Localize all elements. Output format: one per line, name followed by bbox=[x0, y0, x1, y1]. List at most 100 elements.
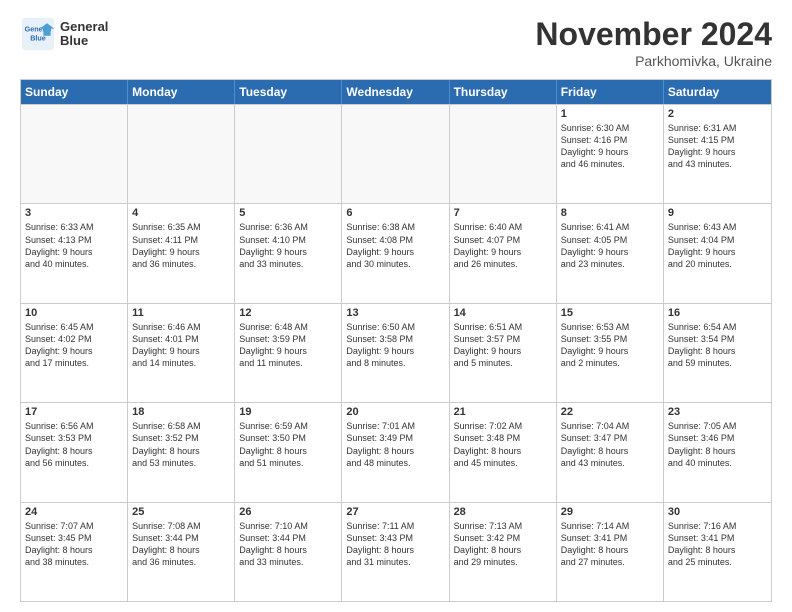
cell-info: Sunrise: 6:30 AM Sunset: 4:16 PM Dayligh… bbox=[561, 122, 659, 171]
day-number: 4 bbox=[132, 207, 230, 219]
cal-cell-0-5: 1 Sunrise: 6:30 AM Sunset: 4:16 PM Daylig… bbox=[557, 105, 664, 203]
day-number: 23 bbox=[668, 406, 767, 418]
day-number: 19 bbox=[239, 406, 337, 418]
cal-cell-3-2: 19Sunrise: 6:59 AM Sunset: 3:50 PM Dayli… bbox=[235, 403, 342, 501]
day-number: 12 bbox=[239, 307, 337, 319]
header-day-sunday: Sunday bbox=[21, 80, 128, 104]
cell-info: Sunrise: 6:50 AM Sunset: 3:58 PM Dayligh… bbox=[346, 321, 444, 370]
cell-info: Sunrise: 7:11 AM Sunset: 3:43 PM Dayligh… bbox=[346, 520, 444, 569]
cell-info: Sunrise: 7:07 AM Sunset: 3:45 PM Dayligh… bbox=[25, 520, 123, 569]
cell-info: Sunrise: 6:43 AM Sunset: 4:04 PM Dayligh… bbox=[668, 221, 767, 270]
calendar-body: 1 Sunrise: 6:30 AM Sunset: 4:16 PM Daylig… bbox=[21, 104, 771, 601]
week-row-1: 1 Sunrise: 6:30 AM Sunset: 4:16 PM Daylig… bbox=[21, 104, 771, 203]
cal-cell-2-1: 11 Sunrise: 6:46 AM Sunset: 4:01 PM Dayli… bbox=[128, 304, 235, 402]
cell-info: Sunrise: 6:33 AM Sunset: 4:13 PM Dayligh… bbox=[25, 221, 123, 270]
cal-cell-2-4: 14 Sunrise: 6:51 AM Sunset: 3:57 PM Dayli… bbox=[450, 304, 557, 402]
header-day-thursday: Thursday bbox=[450, 80, 557, 104]
day-number: 10 bbox=[25, 307, 123, 319]
header: General Blue General Blue November 2024 … bbox=[20, 16, 772, 69]
cal-cell-4-0: 24 Sunrise: 7:07 AM Sunset: 3:45 PM Dayli… bbox=[21, 503, 128, 601]
cal-cell-1-2: 5Sunrise: 6:36 AM Sunset: 4:10 PM Daylig… bbox=[235, 204, 342, 302]
logo-line2: Blue bbox=[60, 34, 108, 48]
day-number: 28 bbox=[454, 506, 552, 518]
week-row-2: 3 Sunrise: 6:33 AM Sunset: 4:13 PM Daylig… bbox=[21, 203, 771, 302]
cal-cell-1-1: 4 Sunrise: 6:35 AM Sunset: 4:11 PM Daylig… bbox=[128, 204, 235, 302]
cal-cell-3-6: 23 Sunrise: 7:05 AM Sunset: 3:46 PM Dayli… bbox=[664, 403, 771, 501]
month-title: November 2024 bbox=[535, 16, 772, 53]
cell-info: Sunrise: 6:46 AM Sunset: 4:01 PM Dayligh… bbox=[132, 321, 230, 370]
cal-cell-0-6: 2 Sunrise: 6:31 AM Sunset: 4:15 PM Daylig… bbox=[664, 105, 771, 203]
cell-info: Sunrise: 6:41 AM Sunset: 4:05 PM Dayligh… bbox=[561, 221, 659, 270]
day-number: 25 bbox=[132, 506, 230, 518]
cell-info: Sunrise: 6:45 AM Sunset: 4:02 PM Dayligh… bbox=[25, 321, 123, 370]
cal-cell-2-6: 16 Sunrise: 6:54 AM Sunset: 3:54 PM Dayli… bbox=[664, 304, 771, 402]
day-number: 3 bbox=[25, 207, 123, 219]
cell-info: Sunrise: 7:13 AM Sunset: 3:42 PM Dayligh… bbox=[454, 520, 552, 569]
cal-cell-4-5: 29 Sunrise: 7:14 AM Sunset: 3:41 PM Dayli… bbox=[557, 503, 664, 601]
cal-cell-0-1 bbox=[128, 105, 235, 203]
cell-info: Sunrise: 6:58 AM Sunset: 3:52 PM Dayligh… bbox=[132, 420, 230, 469]
cal-cell-1-0: 3 Sunrise: 6:33 AM Sunset: 4:13 PM Daylig… bbox=[21, 204, 128, 302]
day-number: 7 bbox=[454, 207, 552, 219]
cal-cell-4-4: 28 Sunrise: 7:13 AM Sunset: 3:42 PM Dayli… bbox=[450, 503, 557, 601]
day-number: 15 bbox=[561, 307, 659, 319]
day-number: 13 bbox=[346, 307, 444, 319]
cal-cell-0-0 bbox=[21, 105, 128, 203]
cell-info: Sunrise: 6:48 AM Sunset: 3:59 PM Dayligh… bbox=[239, 321, 337, 370]
cal-cell-1-5: 8 Sunrise: 6:41 AM Sunset: 4:05 PM Daylig… bbox=[557, 204, 664, 302]
cal-cell-0-3 bbox=[342, 105, 449, 203]
cell-info: Sunrise: 6:35 AM Sunset: 4:11 PM Dayligh… bbox=[132, 221, 230, 270]
day-number: 2 bbox=[668, 108, 767, 120]
day-number: 6 bbox=[346, 207, 444, 219]
cell-info: Sunrise: 7:01 AM Sunset: 3:49 PM Dayligh… bbox=[346, 420, 444, 469]
cell-info: Sunrise: 6:38 AM Sunset: 4:08 PM Dayligh… bbox=[346, 221, 444, 270]
day-number: 30 bbox=[668, 506, 767, 518]
cal-cell-3-5: 22Sunrise: 7:04 AM Sunset: 3:47 PM Dayli… bbox=[557, 403, 664, 501]
day-number: 29 bbox=[561, 506, 659, 518]
cal-cell-2-0: 10 Sunrise: 6:45 AM Sunset: 4:02 PM Dayli… bbox=[21, 304, 128, 402]
cell-info: Sunrise: 7:16 AM Sunset: 3:41 PM Dayligh… bbox=[668, 520, 767, 569]
header-day-wednesday: Wednesday bbox=[342, 80, 449, 104]
day-number: 24 bbox=[25, 506, 123, 518]
cell-info: Sunrise: 7:04 AM Sunset: 3:47 PM Dayligh… bbox=[561, 420, 659, 469]
day-number: 20 bbox=[346, 406, 444, 418]
cal-cell-4-3: 27 Sunrise: 7:11 AM Sunset: 3:43 PM Dayli… bbox=[342, 503, 449, 601]
cell-info: Sunrise: 6:31 AM Sunset: 4:15 PM Dayligh… bbox=[668, 122, 767, 171]
cal-cell-3-1: 18 Sunrise: 6:58 AM Sunset: 3:52 PM Dayli… bbox=[128, 403, 235, 501]
day-number: 5 bbox=[239, 207, 337, 219]
day-number: 27 bbox=[346, 506, 444, 518]
header-day-monday: Monday bbox=[128, 80, 235, 104]
day-number: 18 bbox=[132, 406, 230, 418]
cal-cell-0-4 bbox=[450, 105, 557, 203]
day-number: 1 bbox=[561, 108, 659, 120]
cell-info: Sunrise: 6:54 AM Sunset: 3:54 PM Dayligh… bbox=[668, 321, 767, 370]
day-number: 21 bbox=[454, 406, 552, 418]
cell-info: Sunrise: 6:53 AM Sunset: 3:55 PM Dayligh… bbox=[561, 321, 659, 370]
cal-cell-4-2: 26 Sunrise: 7:10 AM Sunset: 3:44 PM Dayli… bbox=[235, 503, 342, 601]
logo-text: General Blue bbox=[60, 20, 108, 49]
cal-cell-3-3: 20 Sunrise: 7:01 AM Sunset: 3:49 PM Dayli… bbox=[342, 403, 449, 501]
page: General Blue General Blue November 2024 … bbox=[0, 0, 792, 612]
cell-info: Sunrise: 7:10 AM Sunset: 3:44 PM Dayligh… bbox=[239, 520, 337, 569]
day-number: 11 bbox=[132, 307, 230, 319]
week-row-4: 17Sunrise: 6:56 AM Sunset: 3:53 PM Dayli… bbox=[21, 402, 771, 501]
cell-info: Sunrise: 7:02 AM Sunset: 3:48 PM Dayligh… bbox=[454, 420, 552, 469]
cal-cell-1-3: 6 Sunrise: 6:38 AM Sunset: 4:08 PM Daylig… bbox=[342, 204, 449, 302]
cell-info: Sunrise: 7:14 AM Sunset: 3:41 PM Dayligh… bbox=[561, 520, 659, 569]
calendar-header: SundayMondayTuesdayWednesdayThursdayFrid… bbox=[21, 80, 771, 104]
cal-cell-3-0: 17Sunrise: 6:56 AM Sunset: 3:53 PM Dayli… bbox=[21, 403, 128, 501]
cell-info: Sunrise: 6:40 AM Sunset: 4:07 PM Dayligh… bbox=[454, 221, 552, 270]
day-number: 26 bbox=[239, 506, 337, 518]
cell-info: Sunrise: 7:05 AM Sunset: 3:46 PM Dayligh… bbox=[668, 420, 767, 469]
cal-cell-0-2 bbox=[235, 105, 342, 203]
logo-line1: General bbox=[60, 20, 108, 34]
cell-info: Sunrise: 6:51 AM Sunset: 3:57 PM Dayligh… bbox=[454, 321, 552, 370]
day-number: 8 bbox=[561, 207, 659, 219]
header-day-saturday: Saturday bbox=[664, 80, 771, 104]
day-number: 14 bbox=[454, 307, 552, 319]
cal-cell-2-5: 15 Sunrise: 6:53 AM Sunset: 3:55 PM Dayli… bbox=[557, 304, 664, 402]
cal-cell-4-6: 30 Sunrise: 7:16 AM Sunset: 3:41 PM Dayli… bbox=[664, 503, 771, 601]
calendar: SundayMondayTuesdayWednesdayThursdayFrid… bbox=[20, 79, 772, 602]
day-number: 16 bbox=[668, 307, 767, 319]
cal-cell-1-4: 7 Sunrise: 6:40 AM Sunset: 4:07 PM Daylig… bbox=[450, 204, 557, 302]
